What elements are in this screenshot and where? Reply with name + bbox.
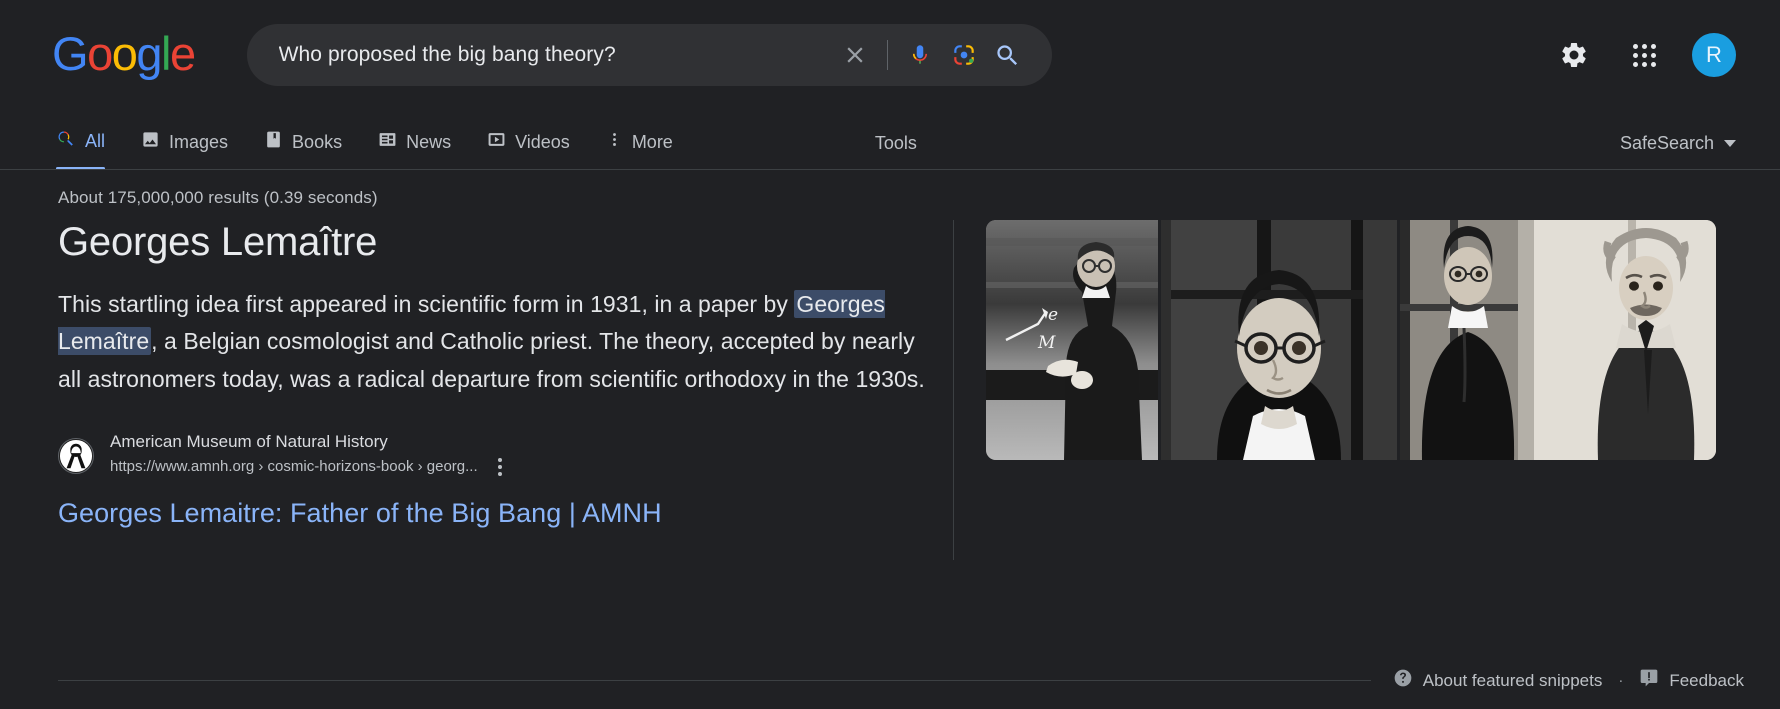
- search-icon[interactable]: [986, 33, 1030, 77]
- tab-label: All: [85, 131, 106, 151]
- snippet-image-1[interactable]: e M: [986, 220, 1158, 460]
- google-logo[interactable]: Google: [52, 30, 196, 77]
- snippet-image-3[interactable]: [1400, 220, 1716, 460]
- search-icon: [56, 129, 76, 154]
- tab-label: Books: [292, 131, 343, 152]
- nav-tabs: All Images Books News Videos More: [56, 129, 709, 170]
- footer-divider: [58, 680, 1371, 681]
- feedback-label: Feedback: [1669, 670, 1744, 690]
- snippet-footer: About featured snippets · Feedback: [58, 668, 1744, 693]
- search-input[interactable]: Who proposed the big bang theory?: [279, 43, 833, 67]
- snippet-body: This startling idea first appeared in sc…: [58, 286, 928, 398]
- snippet-title: Georges Lemaître: [58, 220, 378, 264]
- tab-videos[interactable]: Videos: [487, 130, 588, 170]
- help-circle-icon: [1393, 668, 1413, 693]
- source-lines: American Museum of Natural History https…: [110, 432, 508, 480]
- apps-grid-icon[interactable]: [1622, 33, 1666, 77]
- about-featured-snippets-link[interactable]: About featured snippets: [1393, 668, 1603, 693]
- google-lens-icon[interactable]: [942, 33, 986, 77]
- snippet-image-strip[interactable]: e M: [986, 220, 1716, 460]
- gear-icon[interactable]: [1552, 33, 1596, 77]
- source-url: https://www.amnh.org › cosmic-horizons-b…: [110, 458, 478, 476]
- search-nav: All Images Books News Videos More Tools …: [0, 110, 1780, 170]
- snippet-text-after: , a Belgian cosmologist and Catholic pri…: [58, 328, 925, 392]
- source-name: American Museum of Natural History: [110, 431, 388, 451]
- header-actions: R: [1552, 33, 1736, 77]
- more-vertical-icon: [606, 130, 623, 154]
- close-icon[interactable]: [833, 33, 877, 77]
- featured-snippet: Georges Lemaître This startling idea fir…: [58, 220, 953, 560]
- tab-label: Videos: [515, 131, 570, 152]
- tab-books[interactable]: Books: [264, 130, 360, 170]
- source-url-row: https://www.amnh.org › cosmic-horizons-b…: [110, 454, 508, 480]
- more-options-icon[interactable]: [492, 454, 508, 480]
- footer-separator: ·: [1618, 672, 1624, 689]
- favicon: [58, 437, 94, 474]
- avatar[interactable]: R: [1692, 33, 1736, 77]
- results-count: About 175,000,000 results (0.39 seconds): [58, 188, 378, 207]
- source-attribution[interactable]: American Museum of Natural History https…: [58, 432, 953, 480]
- about-featured-snippets-label: About featured snippets: [1422, 670, 1603, 690]
- snippet-image-2[interactable]: [1161, 220, 1397, 460]
- image-icon: [141, 130, 160, 154]
- tab-label: News: [406, 131, 452, 152]
- feedback-link[interactable]: Feedback: [1639, 668, 1744, 693]
- tab-label: More: [631, 131, 673, 152]
- safesearch-label: SafeSearch: [1619, 133, 1714, 153]
- main-content: Georges Lemaître This startling idea fir…: [0, 208, 1780, 560]
- book-icon: [264, 130, 283, 154]
- tab-all[interactable]: All: [56, 129, 123, 170]
- snippet-text-before: This startling idea first appeared in sc…: [58, 291, 795, 317]
- tools-button[interactable]: Tools: [875, 133, 917, 170]
- search-bar[interactable]: Who proposed the big bang theory?: [246, 24, 1052, 86]
- tab-label: Images: [169, 131, 229, 152]
- svg-text:e: e: [1048, 305, 1058, 325]
- search-divider: [886, 40, 888, 70]
- feedback-icon: [1639, 668, 1659, 693]
- tab-images[interactable]: Images: [141, 130, 246, 170]
- video-icon: [487, 130, 506, 154]
- svg-text:M: M: [1037, 333, 1056, 353]
- tab-news[interactable]: News: [378, 130, 469, 170]
- page-header: Google Who proposed the big bang theory?: [0, 0, 1780, 110]
- result-title-link[interactable]: Georges Lemaitre: Father of the Big Bang…: [58, 498, 953, 529]
- safesearch-dropdown[interactable]: SafeSearch: [1620, 133, 1736, 170]
- tab-more[interactable]: More: [606, 130, 691, 170]
- chevron-down-icon: [1724, 140, 1736, 147]
- content-divider: [953, 220, 954, 560]
- microphone-icon[interactable]: [898, 33, 942, 77]
- news-icon: [378, 130, 397, 154]
